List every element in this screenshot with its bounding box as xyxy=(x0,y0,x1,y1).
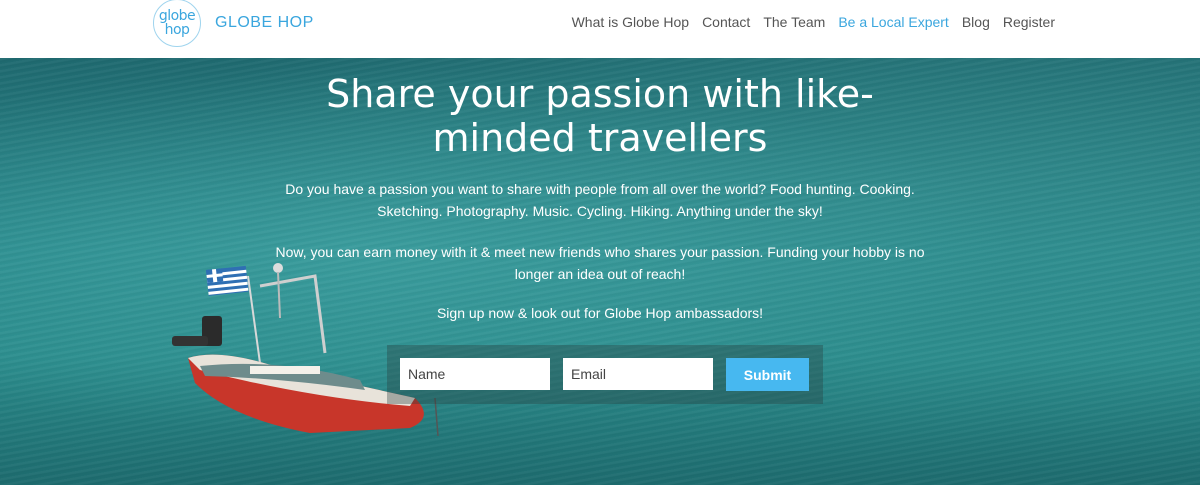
main-nav: What is Globe Hop Contact The Team Be a … xyxy=(559,13,1055,31)
nav-what-is-globe-hop[interactable]: What is Globe Hop xyxy=(572,13,690,31)
nav-the-team[interactable]: The Team xyxy=(763,13,825,31)
hero-title: Share your passion with like-minded trav… xyxy=(326,72,874,160)
nav-blog[interactable]: Blog xyxy=(962,13,990,31)
logo[interactable]: globe hop GLOBE HOP xyxy=(153,0,314,47)
nav-register[interactable]: Register xyxy=(1003,13,1055,31)
logo-text-bottom: hop xyxy=(164,22,190,38)
brand-name: GLOBE HOP xyxy=(215,14,314,31)
name-input[interactable] xyxy=(400,358,550,390)
hero-paragraph-signup: Sign up now & look out for Globe Hop amb… xyxy=(436,305,764,321)
signup-form: Submit xyxy=(387,345,823,404)
hero-paragraph-earn: Now, you can earn money with it & meet n… xyxy=(275,244,925,282)
submit-button[interactable]: Submit xyxy=(726,358,809,391)
logo-text-top: globe xyxy=(158,8,196,24)
site-header: globe hop GLOBE HOP What is Globe Hop Co… xyxy=(0,0,1200,58)
email-input[interactable] xyxy=(563,358,713,390)
logo-mark: globe hop xyxy=(153,0,201,47)
hero-paragraph-intro: Do you have a passion you want to share … xyxy=(285,181,915,219)
nav-contact[interactable]: Contact xyxy=(702,13,750,31)
hero-section: Share your passion with like-minded trav… xyxy=(0,58,1200,485)
nav-be-a-local-expert[interactable]: Be a Local Expert xyxy=(838,13,949,31)
